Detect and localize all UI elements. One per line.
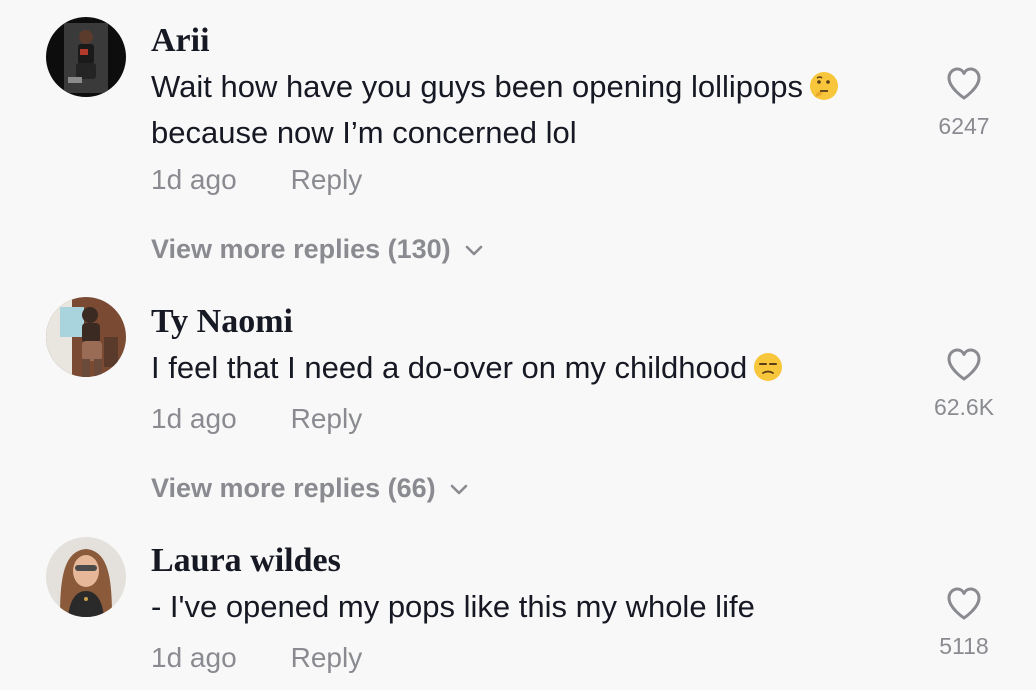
comment-text: Wait how have you guys been opening loll… — [151, 66, 911, 154]
comment-text: I feel that I need a do-over on my child… — [151, 347, 911, 393]
like-button[interactable]: 5118 — [920, 586, 1008, 660]
view-more-replies-button[interactable]: View more replies (66) — [151, 469, 468, 505]
thinking-face-emoji — [809, 70, 839, 112]
view-more-replies-button[interactable]: View more replies (130) — [151, 230, 483, 266]
reply-button[interactable]: Reply — [291, 641, 363, 675]
like-count: 62.6K — [933, 394, 995, 420]
comment-meta: 1d ago Reply — [151, 163, 362, 197]
comment-username[interactable]: Laura wildes — [151, 541, 341, 581]
comment-text-line: - I've opened my pops like this my whole… — [151, 589, 755, 624]
comment-text: - I've opened my pops like this my whole… — [151, 586, 911, 628]
avatar[interactable] — [46, 537, 126, 617]
like-button[interactable]: 62.6K — [920, 347, 1008, 421]
comment-text-line: Wait how have you guys been opening loll… — [151, 69, 803, 104]
heart-outline-icon — [947, 348, 981, 381]
chevron-down-icon — [450, 469, 468, 503]
avatar-image — [46, 17, 126, 97]
avatar-image — [46, 297, 126, 377]
comment-meta: 1d ago Reply — [151, 641, 362, 675]
view-more-replies-label: View more replies (130) — [151, 234, 451, 264]
reply-button[interactable]: Reply — [291, 402, 363, 436]
reply-button[interactable]: Reply — [291, 163, 363, 197]
comment-username[interactable]: Ty Naomi — [151, 302, 293, 342]
heart-outline-icon — [947, 587, 981, 620]
chevron-down-icon — [465, 230, 483, 264]
comment-text-line: because now I’m concerned lol — [151, 115, 577, 150]
unamused-face-emoji — [753, 351, 783, 393]
comment-timestamp: 1d ago — [151, 403, 237, 434]
like-button[interactable]: 6247 — [920, 66, 1008, 140]
view-more-replies-label: View more replies (66) — [151, 473, 436, 503]
avatar-image — [46, 537, 126, 617]
comment-timestamp: 1d ago — [151, 642, 237, 673]
comment-text-line: I feel that I need a do-over on my child… — [151, 350, 748, 385]
like-count: 6247 — [938, 113, 990, 139]
avatar[interactable] — [46, 297, 126, 377]
avatar[interactable] — [46, 17, 126, 97]
like-count: 5118 — [939, 633, 989, 659]
heart-outline-icon — [947, 67, 981, 100]
comment-meta: 1d ago Reply — [151, 402, 362, 436]
comment-username[interactable]: Arii — [151, 21, 210, 61]
comment-timestamp: 1d ago — [151, 164, 237, 195]
